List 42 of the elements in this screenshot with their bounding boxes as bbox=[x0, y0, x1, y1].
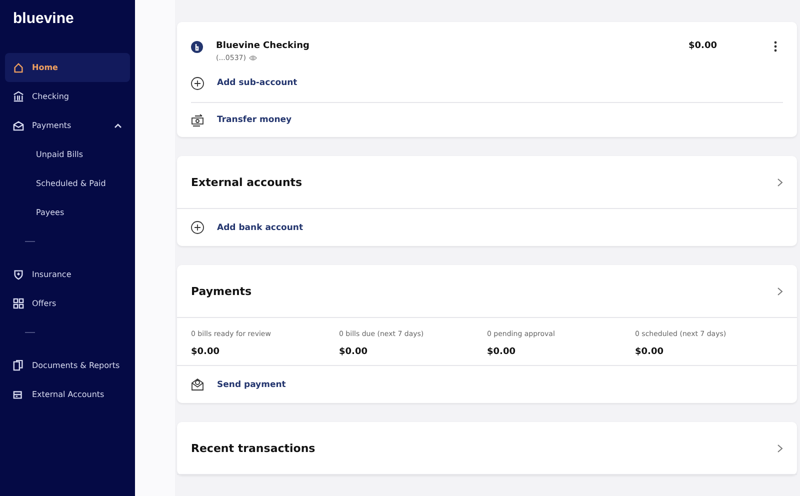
grid-icon bbox=[13, 298, 24, 309]
nav-item[interactable]: Insurance bbox=[5, 260, 130, 289]
chevron-right-icon[interactable] bbox=[777, 178, 783, 186]
nav-item[interactable]: Checking bbox=[5, 82, 130, 111]
transfer-icon bbox=[191, 114, 204, 126]
stat-amount: $0.00 bbox=[339, 347, 368, 357]
nav-item[interactable]: Home bbox=[5, 53, 130, 82]
add-sub-account-link[interactable]: Add sub-account bbox=[217, 78, 298, 88]
eye-icon[interactable] bbox=[248, 55, 257, 61]
plus-icon bbox=[191, 221, 204, 234]
logo-icon bbox=[191, 41, 203, 53]
card-title: Payments bbox=[191, 284, 252, 298]
documents-icon bbox=[13, 360, 24, 371]
card-title: External accounts bbox=[191, 176, 302, 188]
bank-icon bbox=[13, 91, 24, 102]
logo[interactable]: bluevine bbox=[5, 10, 130, 27]
nav-item[interactable]: Payees bbox=[5, 198, 130, 227]
shield-icon bbox=[13, 269, 24, 280]
caret-icon[interactable] bbox=[114, 122, 122, 130]
chevron-right-icon[interactable] bbox=[777, 286, 783, 296]
nav-item[interactable]: Documents & Reports bbox=[5, 351, 130, 380]
home-icon bbox=[13, 62, 24, 73]
balance: $0.00 bbox=[688, 41, 717, 51]
nav-item[interactable]: Unpaid Bills bbox=[5, 140, 130, 169]
card-icon bbox=[13, 389, 24, 400]
account-name: Bluevine Checking bbox=[216, 41, 310, 51]
add-bank-account-link[interactable]: Add bank account bbox=[217, 222, 304, 232]
send-payment-link[interactable]: Send payment bbox=[217, 380, 286, 390]
nav-item[interactable]: Scheduled & Paid bbox=[5, 169, 130, 198]
envelope-icon bbox=[191, 378, 204, 391]
chevron-right-icon[interactable] bbox=[777, 444, 783, 452]
stat-amount: $0.00 bbox=[635, 347, 664, 357]
transfer-money-link[interactable]: Transfer money bbox=[217, 115, 292, 125]
plus-icon bbox=[191, 76, 204, 90]
stat-amount: $0.00 bbox=[487, 347, 516, 357]
nav-item[interactable]: Payments bbox=[5, 111, 130, 140]
nav-item[interactable]: External Accounts bbox=[5, 380, 130, 409]
envelope-icon bbox=[13, 120, 24, 131]
stat-amount: $0.00 bbox=[191, 347, 220, 357]
nav-item[interactable]: Offers bbox=[5, 289, 130, 318]
card-title: Recent transactions bbox=[191, 442, 316, 454]
more-icon[interactable] bbox=[774, 41, 777, 52]
